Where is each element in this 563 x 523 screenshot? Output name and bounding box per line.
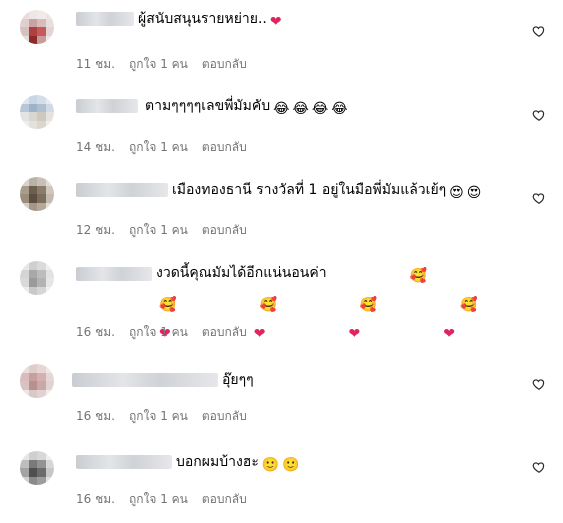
comment-body: เมืองทองธานี รางวัลที่ 1 อยู่ในมือพี่มัม… — [172, 182, 447, 198]
likes-count[interactable]: ถูกใจ 1 คน — [129, 57, 188, 71]
avatar[interactable] — [20, 261, 54, 295]
laughing-emoji: 😂 — [273, 101, 290, 117]
reply-button[interactable]: ตอบกลับ — [202, 492, 247, 506]
comment-text: ตามๆๆๆๆเลขพี่มัมคับ 😂 😂 😂 😂 — [145, 97, 348, 118]
reply-button[interactable]: ตอบกลับ — [202, 325, 247, 339]
smiling-hearts-emoji: 🥰 — [359, 297, 378, 313]
heart-outline-icon[interactable] — [532, 460, 546, 474]
reply-button[interactable]: ตอบกลับ — [202, 223, 247, 237]
comment-text: บอกผมบ้างฮะ 🙂 🙂 — [176, 453, 300, 474]
smiling-hearts-emoji: 🥰 — [159, 297, 177, 313]
username-blurred[interactable] — [76, 12, 134, 26]
reply-button[interactable]: ตอบกลับ — [202, 57, 247, 71]
laughing-emoji: 😂 — [292, 101, 309, 117]
reply-button[interactable]: ตอบกลับ — [202, 140, 247, 154]
smiling-hearts-emoji: 🥰 — [409, 268, 427, 284]
username-blurred[interactable] — [76, 455, 172, 469]
comment-meta: 11 ชม. ถูกใจ 1 คน ตอบกลับ — [76, 55, 261, 74]
avatar[interactable] — [20, 177, 54, 211]
heart-emoji: ❤ — [269, 14, 282, 30]
heart-emoji: ❤ — [348, 326, 361, 342]
likes-count[interactable]: ถูกใจ 1 คน — [129, 409, 188, 423]
comment-time: 11 ชม. — [76, 57, 115, 71]
heart-outline-icon[interactable] — [532, 108, 546, 122]
comment-text: เมืองทองธานี รางวัลที่ 1 อยู่ในมือพี่มัม… — [172, 181, 481, 202]
heart-emoji: ❤ — [443, 326, 455, 342]
comment-meta: 16 ชม. ถูกใจ 1 คน ตอบกลับ — [76, 490, 261, 509]
comment-meta: 16 ชม. ถูกใจ 1 คน ตอบกลับ — [76, 323, 261, 342]
comment-body: งวดนี้คุณมัมได้อีกแน่นอนค่า — [156, 265, 327, 281]
comment-text: ผู้สนับสนุนรายหย่าย.. ❤ — [138, 10, 282, 31]
avatar[interactable] — [20, 95, 54, 129]
smiling-hearts-emoji: 🥰 — [460, 297, 478, 313]
comment-body: บอกผมบ้างฮะ — [176, 454, 259, 470]
avatar[interactable] — [20, 364, 54, 398]
likes-count[interactable]: ถูกใจ 1 คน — [129, 492, 188, 506]
comment-time: 16 ชม. — [76, 325, 115, 339]
comment-body: อุ๊ยๆๆ — [222, 372, 254, 388]
username-blurred[interactable] — [76, 183, 168, 197]
laughing-emoji: 😂 — [311, 101, 329, 117]
comment-body: ตามๆๆๆๆเลขพี่มัมคับ — [145, 98, 271, 114]
heart-outline-icon[interactable] — [532, 377, 546, 391]
laughing-emoji: 😂 — [331, 101, 348, 117]
avatar[interactable] — [20, 10, 54, 44]
comment-time: 16 ชม. — [76, 492, 115, 506]
likes-count[interactable]: ถูกใจ 1 คน — [129, 325, 188, 339]
likes-count[interactable]: ถูกใจ 1 คน — [129, 140, 188, 154]
smile-emoji: 🙂 — [261, 457, 280, 473]
heart-eyes-emoji: 😍 — [466, 185, 482, 201]
smile-emoji: 🙂 — [282, 457, 300, 473]
likes-count[interactable]: ถูกใจ 1 คน — [129, 223, 188, 237]
comment-time: 12 ชม. — [76, 223, 115, 237]
heart-outline-icon[interactable] — [532, 24, 546, 38]
heart-outline-icon[interactable] — [532, 191, 546, 205]
username-blurred[interactable] — [72, 373, 218, 387]
comment-text: อุ๊ยๆๆ — [222, 371, 254, 389]
heart-eyes-emoji: 😍 — [449, 185, 464, 201]
smiling-hearts-emoji: 🥰 — [259, 297, 277, 313]
comment-time: 14 ชม. — [76, 140, 115, 154]
comment-time: 16 ชม. — [76, 409, 115, 423]
avatar[interactable] — [20, 451, 54, 485]
comment-meta: 14 ชม. ถูกใจ 1 คน ตอบกลับ — [76, 138, 261, 157]
comment-body: ผู้สนับสนุนรายหย่าย.. — [138, 11, 267, 27]
comment-meta: 16 ชม. ถูกใจ 1 คน ตอบกลับ — [76, 407, 261, 426]
username-blurred[interactable] — [76, 99, 138, 113]
reply-button[interactable]: ตอบกลับ — [202, 409, 247, 423]
comment-meta: 12 ชม. ถูกใจ 1 คน ตอบกลับ — [76, 221, 261, 240]
